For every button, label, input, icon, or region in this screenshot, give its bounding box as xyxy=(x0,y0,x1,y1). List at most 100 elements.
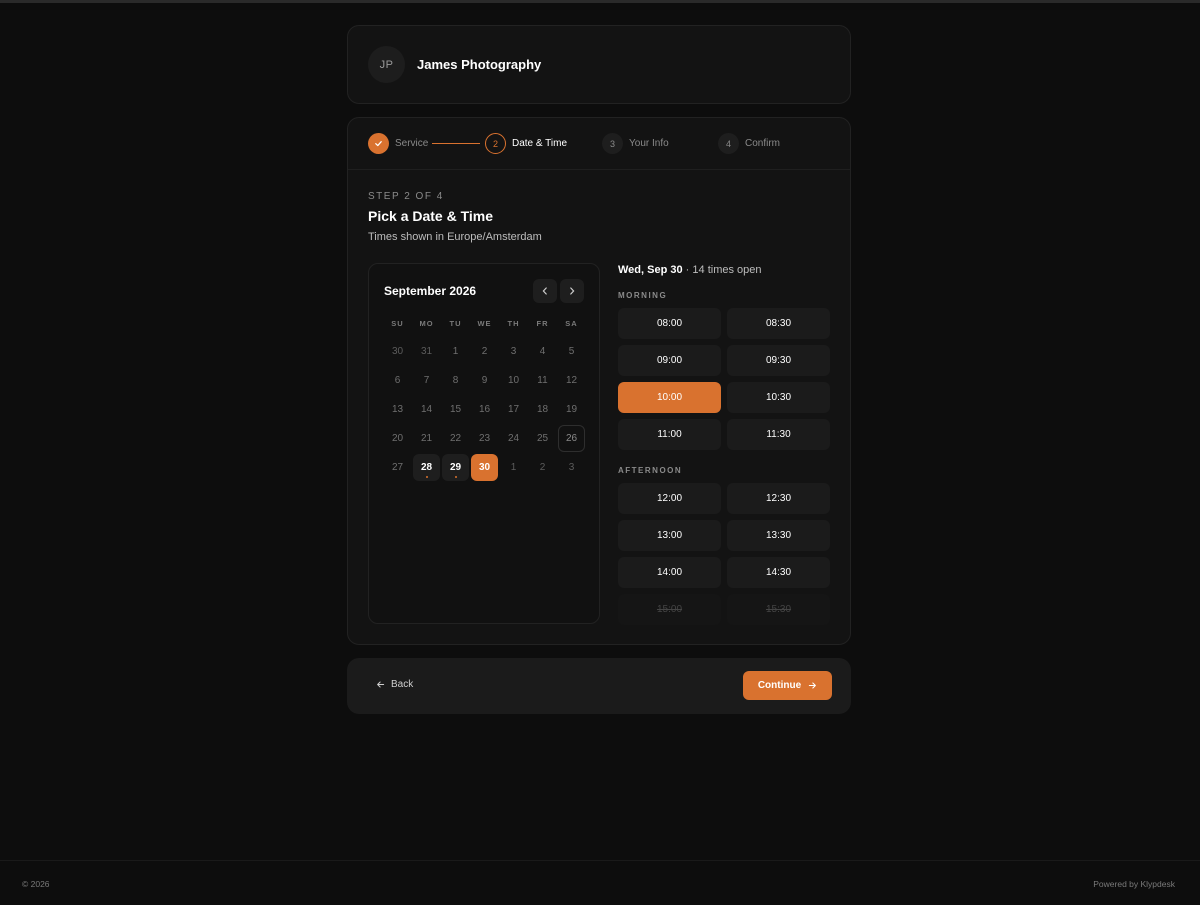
chevron-right-icon xyxy=(570,287,575,295)
time-slot[interactable]: 14:00 xyxy=(618,557,721,588)
day-cell: 18 xyxy=(536,404,549,415)
booking-card: Service 2 Date & Time 3 Your Info 4 Conf… xyxy=(347,117,851,645)
day-cell: 13 xyxy=(391,404,404,415)
business-header: JP James Photography xyxy=(347,25,851,104)
day-cell: 11 xyxy=(537,375,548,386)
selected-date-summary: Wed, Sep 30 · 14 times open xyxy=(618,264,830,276)
day-cell: 23 xyxy=(478,433,491,444)
calendar-month: September 2026 xyxy=(384,284,477,298)
day-cell: 20 xyxy=(391,433,404,444)
stepper: Service 2 Date & Time 3 Your Info 4 Conf… xyxy=(348,118,850,170)
step-your-info: 3 Your Info xyxy=(602,133,669,154)
time-slot[interactable]: 09:00 xyxy=(618,345,721,376)
arrow-left-icon xyxy=(377,681,385,688)
time-slot[interactable]: 12:30 xyxy=(727,483,830,514)
weekday-label: WE xyxy=(477,319,492,328)
step-confirm: 4 Confirm xyxy=(718,133,780,154)
day-grid: 30 31 1 2 3 4 5 6 7 8 9 10 11 12 13 14 15 16 17 18 19 20 21 22 2… xyxy=(383,337,586,482)
day-cell: 3 xyxy=(510,346,517,357)
time-slot[interactable]: 09:30 xyxy=(727,345,830,376)
time-slot[interactable]: 08:30 xyxy=(727,308,830,339)
day-cell: 5 xyxy=(568,346,575,357)
time-slot-selected[interactable]: 10:00 xyxy=(618,382,721,413)
back-label: Back xyxy=(391,679,414,690)
morning-slots: 08:00 08:30 09:00 09:30 10:00 10:30 11:00 11:30 xyxy=(618,308,830,450)
slot-count: 14 times open xyxy=(692,264,762,276)
morning-heading: MORNING xyxy=(618,291,668,300)
day-cell: 24 xyxy=(507,433,520,444)
time-slots: Wed, Sep 30 · 14 times open MORNING 08:0… xyxy=(618,264,830,625)
time-slot[interactable]: 12:00 xyxy=(618,483,721,514)
weekday-label: TU xyxy=(449,319,462,328)
step-number: 2 xyxy=(485,133,506,154)
day-cell: 1 xyxy=(452,346,459,357)
chevron-left-icon xyxy=(542,287,547,295)
day-cell: 27 xyxy=(391,462,404,473)
time-slot[interactable]: 10:30 xyxy=(727,382,830,413)
step-label: Service xyxy=(395,138,429,149)
weekday-header: SU MO TU WE TH FR SA xyxy=(383,319,586,328)
day-cell: 6 xyxy=(394,375,401,386)
page-footer: © 2026 Powered by Klypdesk xyxy=(0,860,1200,905)
time-slot[interactable]: 14:30 xyxy=(727,557,830,588)
day-cell: 25 xyxy=(536,433,549,444)
day-cell: 7 xyxy=(423,375,430,386)
day-cell-selected[interactable]: 30 xyxy=(471,454,498,481)
day-cell: 12 xyxy=(565,375,578,386)
day-cell: 26 xyxy=(558,425,585,452)
afternoon-slots: 12:00 12:30 13:00 13:30 14:00 14:30 15:00 15:30 xyxy=(618,483,830,625)
day-cell: 14 xyxy=(420,404,433,415)
day-cell: 8 xyxy=(452,375,459,386)
weekday-label: FR xyxy=(536,319,549,328)
time-slot[interactable]: 08:00 xyxy=(618,308,721,339)
time-slot[interactable]: 13:00 xyxy=(618,520,721,551)
step-date-time[interactable]: 2 Date & Time xyxy=(485,133,567,154)
day-cell[interactable]: 29 xyxy=(442,454,469,481)
day-cell: 2 xyxy=(539,462,546,473)
day-cell: 17 xyxy=(507,404,520,415)
business-name: James Photography xyxy=(417,57,542,72)
continue-button[interactable]: Continue xyxy=(743,671,832,700)
day-cell: 9 xyxy=(481,375,488,386)
powered-by-link[interactable]: Powered by Klypdesk xyxy=(1093,879,1175,889)
day-cell: 1 xyxy=(510,462,517,473)
afternoon-heading: AFTERNOON xyxy=(618,466,683,475)
copyright: © 2026 xyxy=(22,879,50,889)
step-eyebrow: STEP 2 OF 4 xyxy=(368,191,444,202)
day-cell: 4 xyxy=(539,346,546,357)
back-button[interactable]: Back xyxy=(376,679,413,690)
booking-container: JP James Photography Service 2 Date & Ti… xyxy=(347,25,851,714)
time-slot-disabled: 15:00 xyxy=(618,594,721,625)
day-cell: 21 xyxy=(420,433,433,444)
continue-label: Continue xyxy=(757,680,802,691)
step-connector xyxy=(432,143,480,144)
time-slot[interactable]: 11:00 xyxy=(618,419,721,450)
time-slot-disabled: 15:30 xyxy=(727,594,830,625)
next-month-button[interactable] xyxy=(560,279,584,303)
day-cell: 16 xyxy=(478,404,491,415)
day-cell: 31 xyxy=(420,346,433,357)
selected-date: Wed, Sep 30 xyxy=(618,264,683,276)
weekday-label: SU xyxy=(391,319,404,328)
day-cell[interactable]: 28 xyxy=(413,454,440,481)
timezone-note: Times shown in Europe/Amsterdam xyxy=(368,231,542,243)
prev-month-button[interactable] xyxy=(533,279,557,303)
day-cell: 10 xyxy=(507,375,520,386)
step-label: Date & Time xyxy=(512,138,568,149)
day-cell: 2 xyxy=(481,346,488,357)
weekday-label: TH xyxy=(507,319,520,328)
action-bar: Back Continue xyxy=(347,658,851,714)
page-title: Pick a Date & Time xyxy=(368,208,494,224)
separator: · xyxy=(685,264,690,276)
step-label: Confirm xyxy=(745,138,781,149)
calendar: September 2026 SU MO TU WE TH FR SA 30 31 1 2 3 4 5 6… xyxy=(368,263,600,624)
step-number: 3 xyxy=(602,133,623,154)
check-icon xyxy=(368,133,389,154)
step-number: 4 xyxy=(718,133,739,154)
step-service[interactable]: Service xyxy=(368,133,428,154)
time-slot[interactable]: 11:30 xyxy=(727,419,830,450)
time-slot[interactable]: 13:30 xyxy=(727,520,830,551)
day-cell: 15 xyxy=(449,404,462,415)
weekday-label: MO xyxy=(419,319,434,328)
day-cell: 3 xyxy=(568,462,575,473)
